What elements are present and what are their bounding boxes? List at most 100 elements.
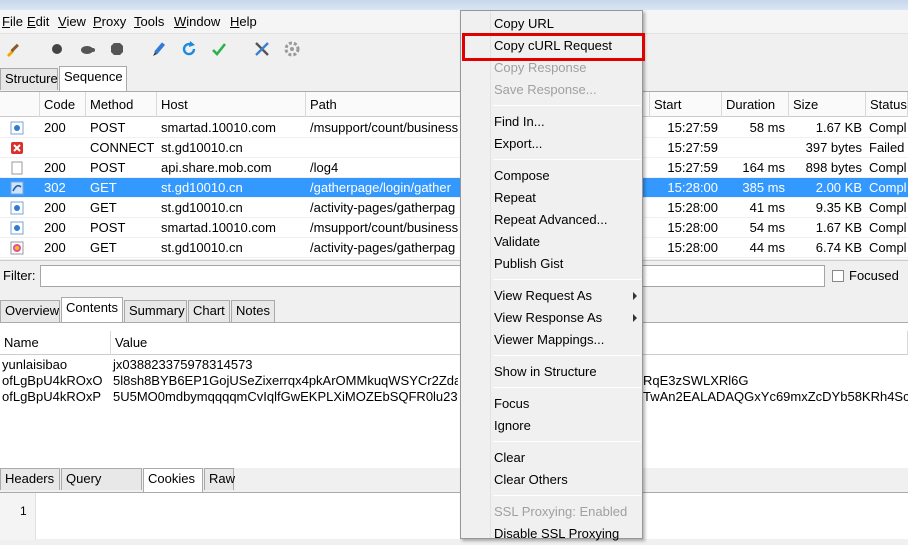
broom-icon[interactable] <box>4 40 22 58</box>
focused-label: Focused <box>849 268 899 283</box>
blank-page-icon <box>10 161 24 175</box>
line-number: 1 <box>20 504 27 518</box>
tools-icon[interactable] <box>253 40 271 58</box>
menu-tools[interactable]: Tools <box>134 14 164 29</box>
table-row[interactable]: 200 GET st.gd10010.cn/activity-pages/gathe… <box>0 198 908 218</box>
menu-item-label: Show in Structure <box>494 364 597 379</box>
cell-size: 2.00 KB <box>815 180 862 195</box>
menu-item-repeat-advanced[interactable]: Repeat Advanced... <box>494 209 639 231</box>
cell-duration: 58 ms <box>749 120 785 135</box>
table-row[interactable]: CONNECT st.gd10010.cn 15:27:59 397 bytes Fai… <box>0 138 908 158</box>
cell-host: smartad.10010.com <box>161 220 276 235</box>
cell-host: smartad.10010.com <box>161 120 276 135</box>
refresh-icon[interactable] <box>180 40 198 58</box>
tab-contents[interactable]: Contents <box>61 297 123 322</box>
col-code[interactable]: Code <box>40 92 86 117</box>
col-method[interactable]: Method <box>86 92 157 117</box>
menu-item-validate[interactable]: Validate <box>494 231 639 253</box>
error-icon <box>10 141 24 155</box>
cookie-value: 5U5MO0mdbymqqqqmCvIqlfGwEKPLXiMOZEbSQFR0… <box>113 389 458 404</box>
menu-item-ssl-proxying-enabled: SSL Proxying: Enabled <box>494 501 639 523</box>
detail-tabs: Overview Contents Summary Chart Notes <box>0 296 908 322</box>
menu-view[interactable]: View <box>58 14 86 29</box>
context-menu: Copy URL Copy cURL Request Copy Response Sa… <box>460 10 643 541</box>
col-host[interactable]: Host <box>157 92 306 117</box>
menu-item-ignore[interactable]: Ignore <box>494 415 639 437</box>
tab-query-string[interactable]: Query String <box>61 468 142 506</box>
cell-code <box>44 138 84 158</box>
cell-status: Compl <box>869 120 907 135</box>
turtle-icon[interactable] <box>78 40 96 58</box>
tab-structure[interactable]: Structure <box>0 68 58 90</box>
menu-item-focus[interactable]: Focus <box>494 393 639 415</box>
cell-code: 200 <box>44 120 66 135</box>
menu-item-disable-ssl-proxying[interactable]: Disable SSL Proxying <box>494 523 639 545</box>
col-name[interactable]: Name <box>0 331 111 355</box>
menu-edit[interactable]: Edit <box>27 14 49 29</box>
menu-file[interactable]: File <box>2 14 23 29</box>
stop-icon[interactable] <box>108 40 126 58</box>
col-status[interactable]: Status <box>866 92 908 117</box>
menu-item-label: Copy URL <box>494 16 554 31</box>
menu-item-clear[interactable]: Clear <box>494 447 639 469</box>
menu-window[interactable]: Window <box>174 14 220 29</box>
menu-item-view-response-as[interactable]: View Response As <box>494 307 639 329</box>
menu-item-label: Ignore <box>494 418 531 433</box>
cell-path: /msupport/count/business <box>310 220 459 235</box>
tab-headers[interactable]: Headers <box>0 468 60 490</box>
menu-separator <box>493 387 641 388</box>
cell-path: /log4 <box>310 160 339 175</box>
col-duration[interactable]: Duration <box>722 92 789 117</box>
table-row[interactable]: 200 GET st.gd10010.cn/activity-pages/gathe… <box>0 238 908 258</box>
menu-item-show-in-structure[interactable]: Show in Structure <box>494 361 639 383</box>
cell-size: 397 bytes <box>805 140 862 155</box>
menu-item-find-in[interactable]: Find In... <box>494 111 639 133</box>
raw-editor[interactable]: 1 <box>0 492 908 540</box>
focused-checkbox[interactable] <box>832 270 844 282</box>
tab-overview[interactable]: Overview <box>0 300 60 322</box>
table-row[interactable]: 200 POST smartad.10010.com/msupport/count/… <box>0 218 908 238</box>
tab-cookies[interactable]: Cookies <box>143 468 203 492</box>
col-start[interactable]: Start <box>650 92 722 117</box>
filter-input[interactable] <box>40 265 825 287</box>
table-row[interactable]: 200 POST api.share.mob.com/log4 15:27:59 164… <box>0 158 908 178</box>
table-row[interactable]: 302 GET st.gd10010.cn/gatherpage/login/gat… <box>0 178 908 198</box>
check-icon[interactable] <box>210 40 228 58</box>
col-icon[interactable] <box>0 92 40 117</box>
menu-item-label: View Request As <box>494 288 593 303</box>
tab-chart[interactable]: Chart <box>188 300 230 322</box>
menu-separator <box>493 355 641 356</box>
menu-item-export[interactable]: Export... <box>494 133 639 155</box>
tab-sequence[interactable]: Sequence <box>59 66 127 91</box>
cell-status: Compl <box>869 240 907 255</box>
menu-proxy[interactable]: Proxy <box>93 14 126 29</box>
menu-item-publish-gist[interactable]: Publish Gist <box>494 253 639 275</box>
menu-item-view-request-as[interactable]: View Request As <box>494 285 639 307</box>
cell-code: 302 <box>44 180 66 195</box>
menu-separator <box>493 159 641 160</box>
tab-summary[interactable]: Summary <box>124 300 187 322</box>
cell-host: st.gd10010.cn <box>161 200 243 215</box>
tab-raw[interactable]: Raw <box>204 468 235 490</box>
cell-status: Compl <box>869 180 907 195</box>
cell-code: 200 <box>44 160 66 175</box>
menu-item-label: Clear Others <box>494 472 568 487</box>
menu-item-copy-url[interactable]: Copy URL <box>494 13 639 35</box>
record-icon[interactable] <box>48 40 66 58</box>
redirect-icon <box>10 181 24 195</box>
tab-notes[interactable]: Notes <box>231 300 275 322</box>
table-row[interactable]: 200 POST smartad.10010.com/msupport/count/… <box>0 118 908 138</box>
menu-item-repeat[interactable]: Repeat <box>494 187 639 209</box>
menu-item-compose[interactable]: Compose <box>494 165 639 187</box>
annotation-highlight-box <box>462 33 645 61</box>
col-size[interactable]: Size <box>789 92 866 117</box>
menu-item-viewer-mappings[interactable]: Viewer Mappings... <box>494 329 639 351</box>
menu-item-clear-others[interactable]: Clear Others <box>494 469 639 491</box>
cell-size: 9.35 KB <box>815 200 862 215</box>
menu-separator <box>493 495 641 496</box>
cookie-value: jx038823375978314573 <box>113 357 253 372</box>
menu-help[interactable]: Help <box>230 14 257 29</box>
pen-icon[interactable] <box>150 40 168 58</box>
gear-icon[interactable] <box>283 40 301 58</box>
cell-duration: 54 ms <box>749 220 785 235</box>
